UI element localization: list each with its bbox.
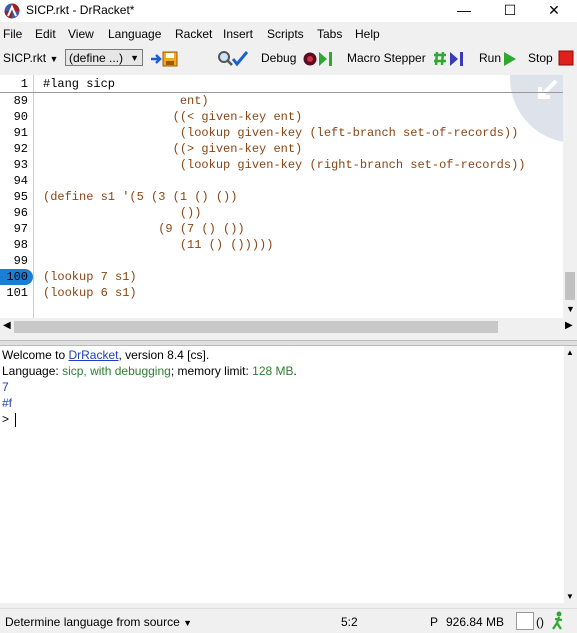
close-button[interactable]: ✕ [531, 0, 577, 22]
line-number: 97 [13, 222, 28, 236]
macro-stepper-button[interactable]: Macro Stepper [347, 51, 426, 65]
line-number: 89 [13, 94, 28, 108]
code-line: ((< given-key ent) [43, 110, 303, 124]
debug-label: Debug [261, 51, 297, 65]
line-number: 100 [6, 270, 28, 284]
repl-scrollbar[interactable] [564, 346, 577, 603]
scroll-right-arrow-icon[interactable]: ▶ [565, 320, 573, 331]
arrow-down-left-icon [538, 79, 558, 99]
scroll-down-arrow-icon[interactable]: ▼ [566, 304, 575, 314]
interactions-pane[interactable]: Welcome to DrRacket, version 8.4 [cs]. L… [0, 346, 577, 603]
mode-indicator: P [430, 615, 439, 629]
chevron-down-icon: ▼ [49, 54, 59, 64]
code-line: (lookup given-key (left-branch set-of-re… [43, 126, 519, 140]
menu-insert[interactable]: Insert [223, 27, 253, 41]
code-line: (lookup 6 s1) [43, 286, 137, 300]
line-number: 90 [13, 110, 28, 124]
define-menu[interactable]: (define ...) ▼ [65, 49, 143, 66]
menu-racket[interactable]: Racket [175, 27, 212, 41]
language-message: Language: sicp, with debugging; memory l… [2, 364, 297, 378]
run-arrow-icon [504, 52, 516, 66]
line-number: 95 [13, 190, 28, 204]
repl-prompt[interactable]: > [2, 411, 17, 427]
file-name-label: SICP.rkt [3, 51, 47, 65]
repl-output: 7 [2, 380, 9, 394]
file-menu-button[interactable]: SICP.rkt ▼ [3, 51, 58, 65]
drracket-link[interactable]: DrRacket [68, 348, 118, 362]
macro-stepper-label: Macro Stepper [347, 51, 426, 65]
stop-button[interactable]: Stop [528, 51, 553, 65]
gc-indicator [516, 612, 534, 630]
welcome-message: Welcome to DrRacket, version 8.4 [cs]. [2, 348, 210, 362]
menu-help[interactable]: Help [355, 27, 380, 41]
code-line: ((> given-key ent) [43, 142, 303, 156]
scroll-up-arrow-icon[interactable]: ▲ [566, 348, 574, 357]
save-icon[interactable] [150, 51, 180, 67]
menu-scripts[interactable]: Scripts [267, 27, 304, 41]
repl-output: #f [2, 396, 13, 410]
line-number: 96 [13, 206, 28, 220]
stop-label: Stop [528, 51, 553, 65]
language-selector[interactable]: Determine language from source ▼ [5, 615, 192, 629]
status-bar: Determine language from source ▼ 5:2 P 9… [0, 608, 577, 633]
running-man-icon [552, 611, 563, 630]
menu-file[interactable]: File [3, 27, 22, 41]
define-menu-label: (define ...) [69, 51, 124, 65]
window-title: SICP.rkt - DrRacket* [26, 3, 135, 17]
code-line: (9 (7 () ()) [43, 222, 245, 236]
toolbar: SICP.rkt ▼ (define ...) ▼ Debug Macro St… [0, 46, 577, 72]
chevron-down-icon: ▼ [130, 53, 139, 63]
definitions-editor[interactable]: 1 #lang sicp 89 ent) 90 ((< given-key ent… [0, 75, 577, 318]
cursor-position: 5:2 [341, 615, 358, 629]
horizontal-scroll-thumb[interactable] [14, 321, 498, 333]
menu-view[interactable]: View [68, 27, 94, 41]
line-number: 93 [13, 158, 28, 172]
memory-usage[interactable]: 926.84 MB [446, 615, 504, 629]
scroll-left-arrow-icon[interactable]: ◀ [3, 320, 11, 331]
chevron-down-icon: ▼ [183, 618, 193, 628]
minimize-button[interactable]: — [441, 0, 487, 22]
scroll-down-arrow-icon[interactable]: ▼ [566, 592, 574, 601]
code-line: ()) [43, 206, 202, 220]
menu-tabs[interactable]: Tabs [317, 27, 342, 41]
maximize-button[interactable]: ☐ [487, 0, 533, 22]
line-number: 98 [13, 238, 28, 252]
paren-indicator: () [536, 615, 544, 629]
run-button[interactable]: Run [479, 51, 501, 65]
line-number: 99 [13, 254, 28, 268]
line-number: 94 [13, 174, 28, 188]
code-line: (lookup 7 s1) [43, 270, 137, 284]
menu-edit[interactable]: Edit [35, 27, 56, 41]
title-bar: SICP.rkt - DrRacket* — ☐ ✕ [0, 0, 577, 22]
macro-stepper-icon [434, 51, 463, 66]
line-number: 92 [13, 142, 28, 156]
drracket-logo-icon [4, 3, 20, 19]
vertical-scroll-thumb[interactable] [565, 272, 575, 300]
code-line: (define s1 '(5 (3 (1 () ()) [43, 190, 238, 204]
code-line: (11 () ())))) [43, 238, 274, 252]
code-line: (lookup given-key (right-branch set-of-r… [43, 158, 526, 172]
stop-square-icon [558, 50, 574, 66]
line-number: 1 [20, 77, 28, 91]
code-line: #lang sicp [43, 77, 116, 91]
check-syntax-icon[interactable] [217, 50, 249, 68]
text-cursor [15, 412, 17, 427]
run-label: Run [479, 51, 502, 65]
line-number: 101 [6, 286, 28, 300]
code-line: ent) [43, 94, 209, 108]
line-number: 91 [13, 126, 28, 140]
debug-bug-icon [303, 52, 332, 66]
menu-bar: File Edit View Language Racket Insert Sc… [0, 25, 577, 43]
menu-language[interactable]: Language [108, 27, 161, 41]
debug-button[interactable]: Debug [261, 51, 296, 65]
